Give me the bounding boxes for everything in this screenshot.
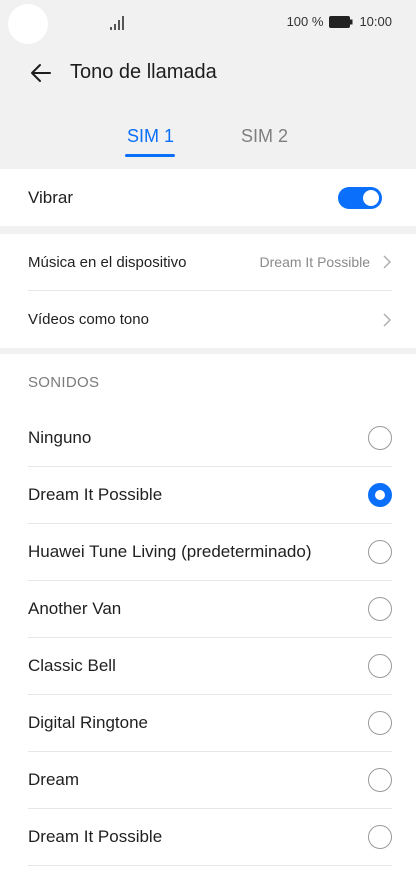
device-music-value: Dream It Possible [259, 254, 370, 270]
radio-button[interactable] [368, 540, 392, 564]
vibrate-toggle[interactable] [338, 186, 382, 209]
video-ringtone-label: Vídeos como tono [28, 311, 149, 328]
sound-item[interactable]: Digital Ringtone [28, 695, 392, 752]
sound-item-label: Another Van [28, 599, 122, 618]
vibrate-row[interactable]: Vibrar [28, 169, 392, 226]
radio-button[interactable] [368, 654, 392, 678]
sound-item[interactable]: Dream [28, 752, 392, 809]
radio-button[interactable] [368, 768, 392, 792]
sound-item[interactable]: Dream It Possible [28, 809, 392, 866]
signal-icon [110, 16, 124, 30]
camera-cutout [8, 4, 48, 44]
app-header: Tono de llamada [0, 52, 416, 92]
chevron-right-icon [383, 255, 392, 269]
back-arrow-icon[interactable] [28, 60, 54, 86]
sounds-section-title: SONIDOS [28, 373, 100, 391]
sound-item-label: Dream It Possible [28, 827, 163, 846]
sound-item[interactable]: Another Van [28, 581, 392, 638]
sound-item-label: Digital Ringtone [28, 713, 149, 732]
page-title: Tono de llamada [70, 61, 217, 83]
device-music-label: Música en el dispositivo [28, 253, 187, 271]
radio-button-selected[interactable] [368, 483, 392, 507]
battery-icon [329, 15, 353, 28]
sound-item[interactable]: Ninguno [28, 410, 392, 467]
device-music-row[interactable]: Música en el dispositivo Dream It Possib… [28, 234, 392, 291]
battery-percentage: 100 % [286, 14, 324, 29]
sound-item-label: Huawei Tune Living (predeterminado) [28, 542, 312, 561]
tab-sim-1[interactable]: SIM 1 [127, 126, 174, 147]
toggle-knob [363, 189, 379, 206]
radio-button[interactable] [368, 825, 392, 849]
sound-item[interactable]: Dream It Possible [28, 467, 392, 524]
tab-sim-2[interactable]: SIM 2 [241, 126, 288, 147]
sound-item-label: Dream It Possible [28, 485, 163, 504]
chevron-right-icon [383, 312, 392, 327]
sound-item[interactable]: Classic Bell [28, 638, 392, 695]
sim-tabs: SIM 1 SIM 2 [0, 122, 416, 162]
sound-item-label: Classic Bell [28, 656, 116, 675]
ringtone-source-card: Música en el dispositivo Dream It Possib… [0, 234, 416, 348]
vibrate-label: Vibrar [28, 187, 74, 207]
vibrate-card: Vibrar [0, 169, 416, 226]
sound-item[interactable]: Huawei Tune Living (predeterminado) [28, 524, 392, 581]
clock: 10:00 [359, 14, 392, 29]
radio-button[interactable] [368, 426, 392, 450]
radio-button[interactable] [368, 597, 392, 621]
sound-item-label: Ninguno [28, 428, 92, 447]
tab-active-indicator [125, 154, 175, 157]
status-right: 100 % 10:00 [287, 14, 392, 29]
video-ringtone-row[interactable]: Vídeos como tono [28, 291, 392, 348]
radio-button[interactable] [368, 711, 392, 735]
status-bar: 100 % 10:00 [0, 0, 416, 48]
sounds-card: SONIDOS Ninguno Dream It Possible Huawei… [0, 354, 416, 894]
sound-item-label: Dream [28, 770, 80, 789]
